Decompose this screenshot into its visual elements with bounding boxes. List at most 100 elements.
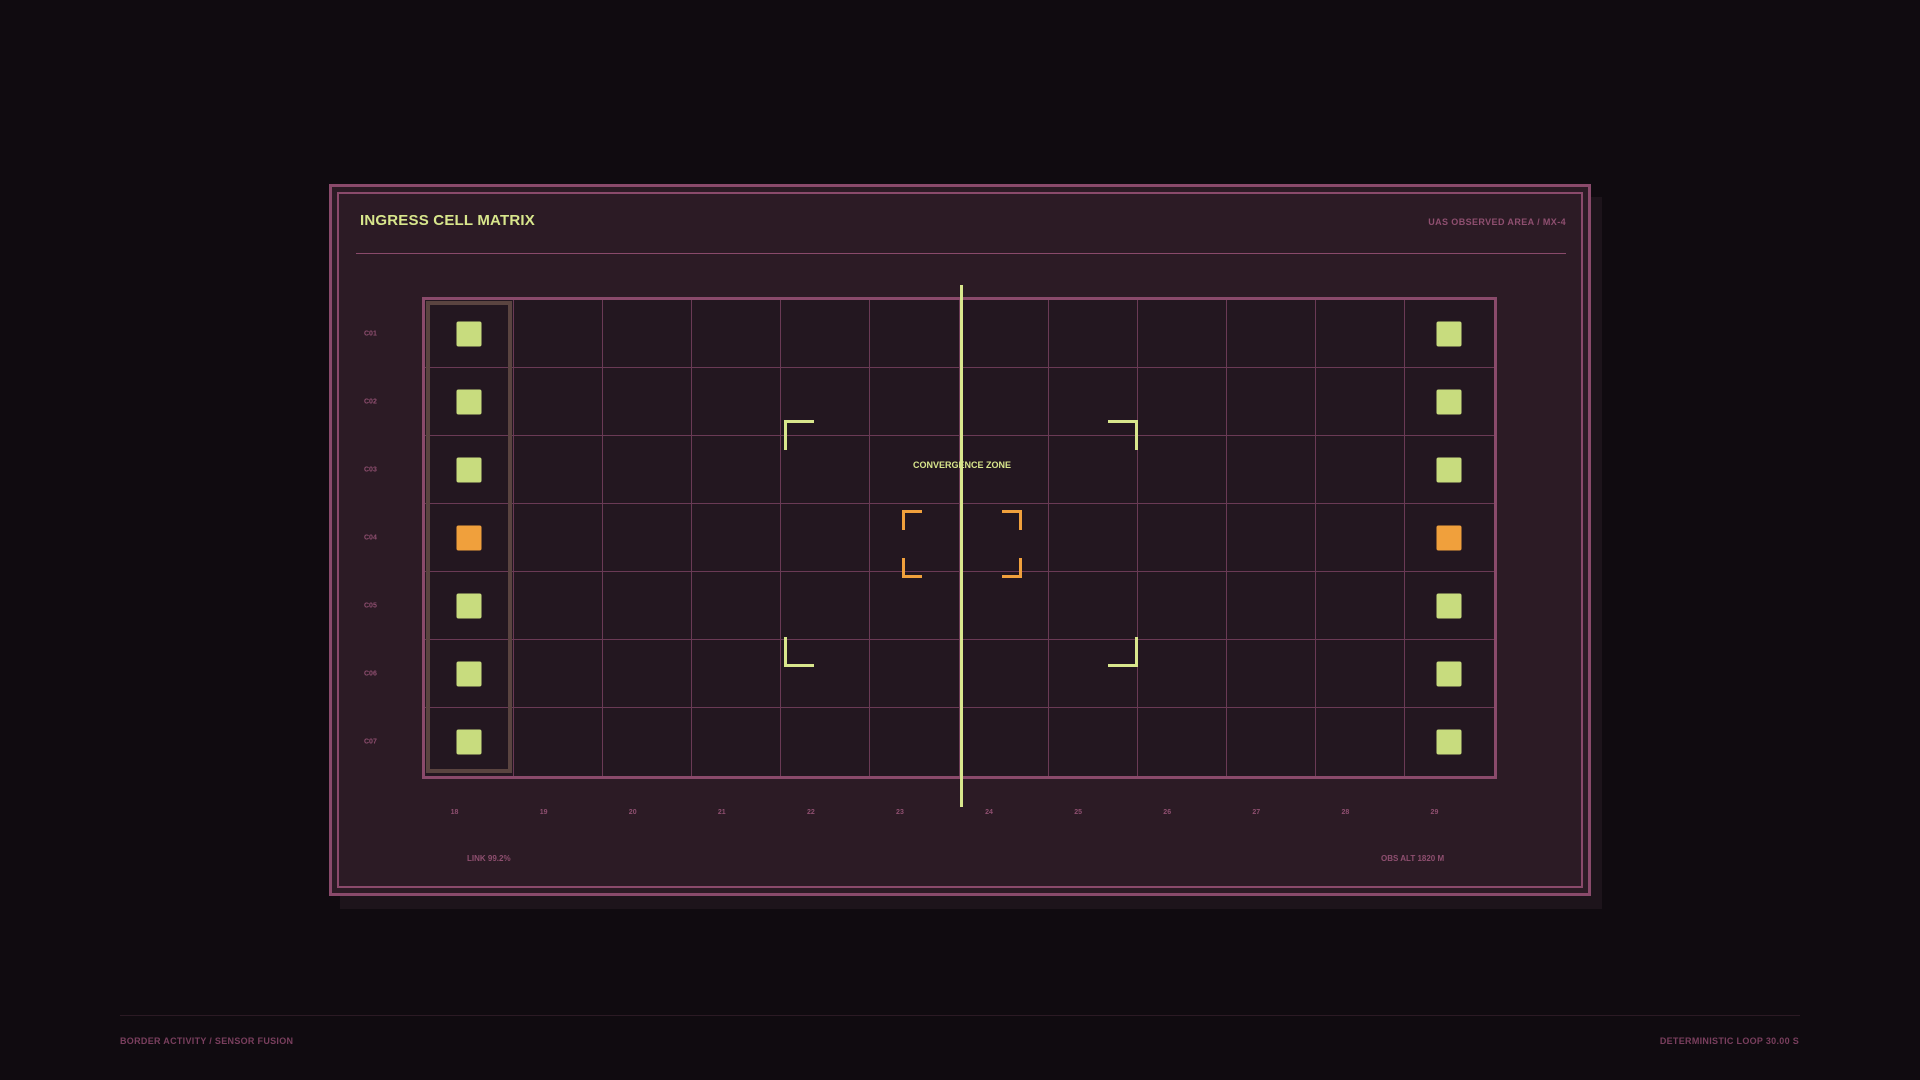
matrix-cell[interactable] [959,300,1049,368]
matrix-cell[interactable] [1315,436,1405,504]
matrix-cell[interactable] [1227,708,1316,776]
matrix-cell[interactable] [603,708,693,776]
column-label: 28 [1341,809,1350,816]
matrix-cell[interactable] [1315,368,1405,436]
target-bracket-top-left [902,510,922,530]
matrix-cell[interactable] [514,572,604,640]
matrix-cell[interactable] [1048,300,1138,368]
active-cell-marker [1436,389,1462,414]
matrix-cell[interactable] [425,640,515,708]
matrix-cell[interactable] [1226,368,1316,436]
matrix-cell[interactable] [781,300,871,368]
matrix-cell[interactable] [1137,300,1227,368]
matrix-cell[interactable] [692,436,782,504]
matrix-cell[interactable] [1404,368,1494,436]
matrix-cell[interactable] [1137,368,1227,436]
matrix-cell[interactable] [870,368,960,436]
matrix-cell[interactable] [603,300,693,368]
matrix-cell[interactable] [692,708,782,776]
matrix-cell[interactable] [1404,436,1494,504]
column-label: 18 [450,809,459,816]
matrix-cell[interactable] [781,504,871,572]
column-label: 22 [806,809,815,816]
column-label: 19 [539,809,548,816]
row-label: C07 [364,738,377,746]
matrix-cell[interactable] [1404,572,1494,640]
target-bracket-bottom-right [1002,558,1022,578]
matrix-cell[interactable] [603,572,693,640]
matrix-cell[interactable] [692,504,782,572]
matrix-cell[interactable] [1315,504,1405,572]
matrix-cell[interactable] [1404,640,1494,708]
matrix-cell[interactable] [959,436,1049,504]
alert-cell-marker [1436,525,1462,550]
matrix-cell[interactable] [1226,504,1316,572]
matrix-cell[interactable] [870,708,960,776]
matrix-cell[interactable] [425,436,515,504]
matrix-cell[interactable] [960,708,1049,776]
matrix-cell[interactable] [692,640,782,708]
matrix-cell[interactable] [425,572,515,640]
row-label: C04 [364,534,377,542]
matrix-cell[interactable] [870,436,960,504]
matrix-cell[interactable] [603,368,693,436]
matrix-cell[interactable] [514,368,604,436]
matrix-cell[interactable] [514,708,604,776]
matrix-cell[interactable] [514,640,604,708]
matrix-cell[interactable] [870,300,960,368]
matrix-cell[interactable] [1404,504,1494,572]
column-label: 26 [1163,809,1172,816]
column-label: 21 [717,809,726,816]
matrix-cell[interactable] [1226,436,1316,504]
matrix-cell[interactable] [1048,572,1138,640]
matrix-cell[interactable] [1048,504,1138,572]
matrix-cell[interactable] [1049,708,1138,776]
matrix-cell[interactable] [1226,572,1316,640]
row-label: C05 [364,602,377,610]
matrix-cell[interactable] [959,572,1049,640]
matrix-cell[interactable] [692,300,782,368]
matrix-cell[interactable] [1315,572,1405,640]
matrix-cell[interactable] [425,368,515,436]
matrix-cell[interactable] [1137,436,1227,504]
active-cell-marker [1436,593,1462,618]
matrix-cell[interactable] [1137,572,1227,640]
matrix-cell[interactable] [1138,708,1227,776]
matrix-cell[interactable] [1315,640,1405,708]
column-label: 29 [1430,809,1439,816]
matrix-cell[interactable] [425,300,515,368]
column-label: 27 [1252,809,1261,816]
matrix-cell[interactable] [692,572,782,640]
matrix-cell[interactable] [425,504,515,572]
column-label: 24 [985,809,993,816]
matrix-cell[interactable] [1226,300,1316,368]
matrix-cell[interactable] [781,708,871,776]
matrix-cell[interactable] [603,504,693,572]
active-cell-marker [456,729,482,755]
matrix-cell[interactable] [1226,640,1316,708]
header-divider [356,253,1566,254]
row-label: C01 [364,330,377,338]
matrix-cell[interactable] [959,640,1049,708]
matrix-cell[interactable] [1137,504,1227,572]
zone-bracket-bottom-left [784,637,814,667]
matrix-cell[interactable] [870,640,960,708]
zone-bracket-top-left [784,420,814,450]
matrix-cell[interactable] [781,572,871,640]
matrix-cell[interactable] [1315,300,1405,368]
matrix-cell[interactable] [603,640,693,708]
matrix-cell[interactable] [1404,300,1494,368]
matrix-cell[interactable] [1137,640,1227,708]
matrix-cell[interactable] [514,300,604,368]
active-cell-marker [1436,729,1462,755]
matrix-cell[interactable] [1405,708,1494,776]
matrix-cell[interactable] [514,436,604,504]
matrix-cell[interactable] [514,504,604,572]
matrix-cell[interactable] [425,708,515,776]
matrix-cell[interactable] [959,368,1049,436]
active-cell-marker [456,593,482,618]
matrix-cell[interactable] [603,436,693,504]
matrix-cell[interactable] [1316,708,1405,776]
matrix-cell[interactable] [692,368,782,436]
matrix-cell[interactable] [870,572,960,640]
